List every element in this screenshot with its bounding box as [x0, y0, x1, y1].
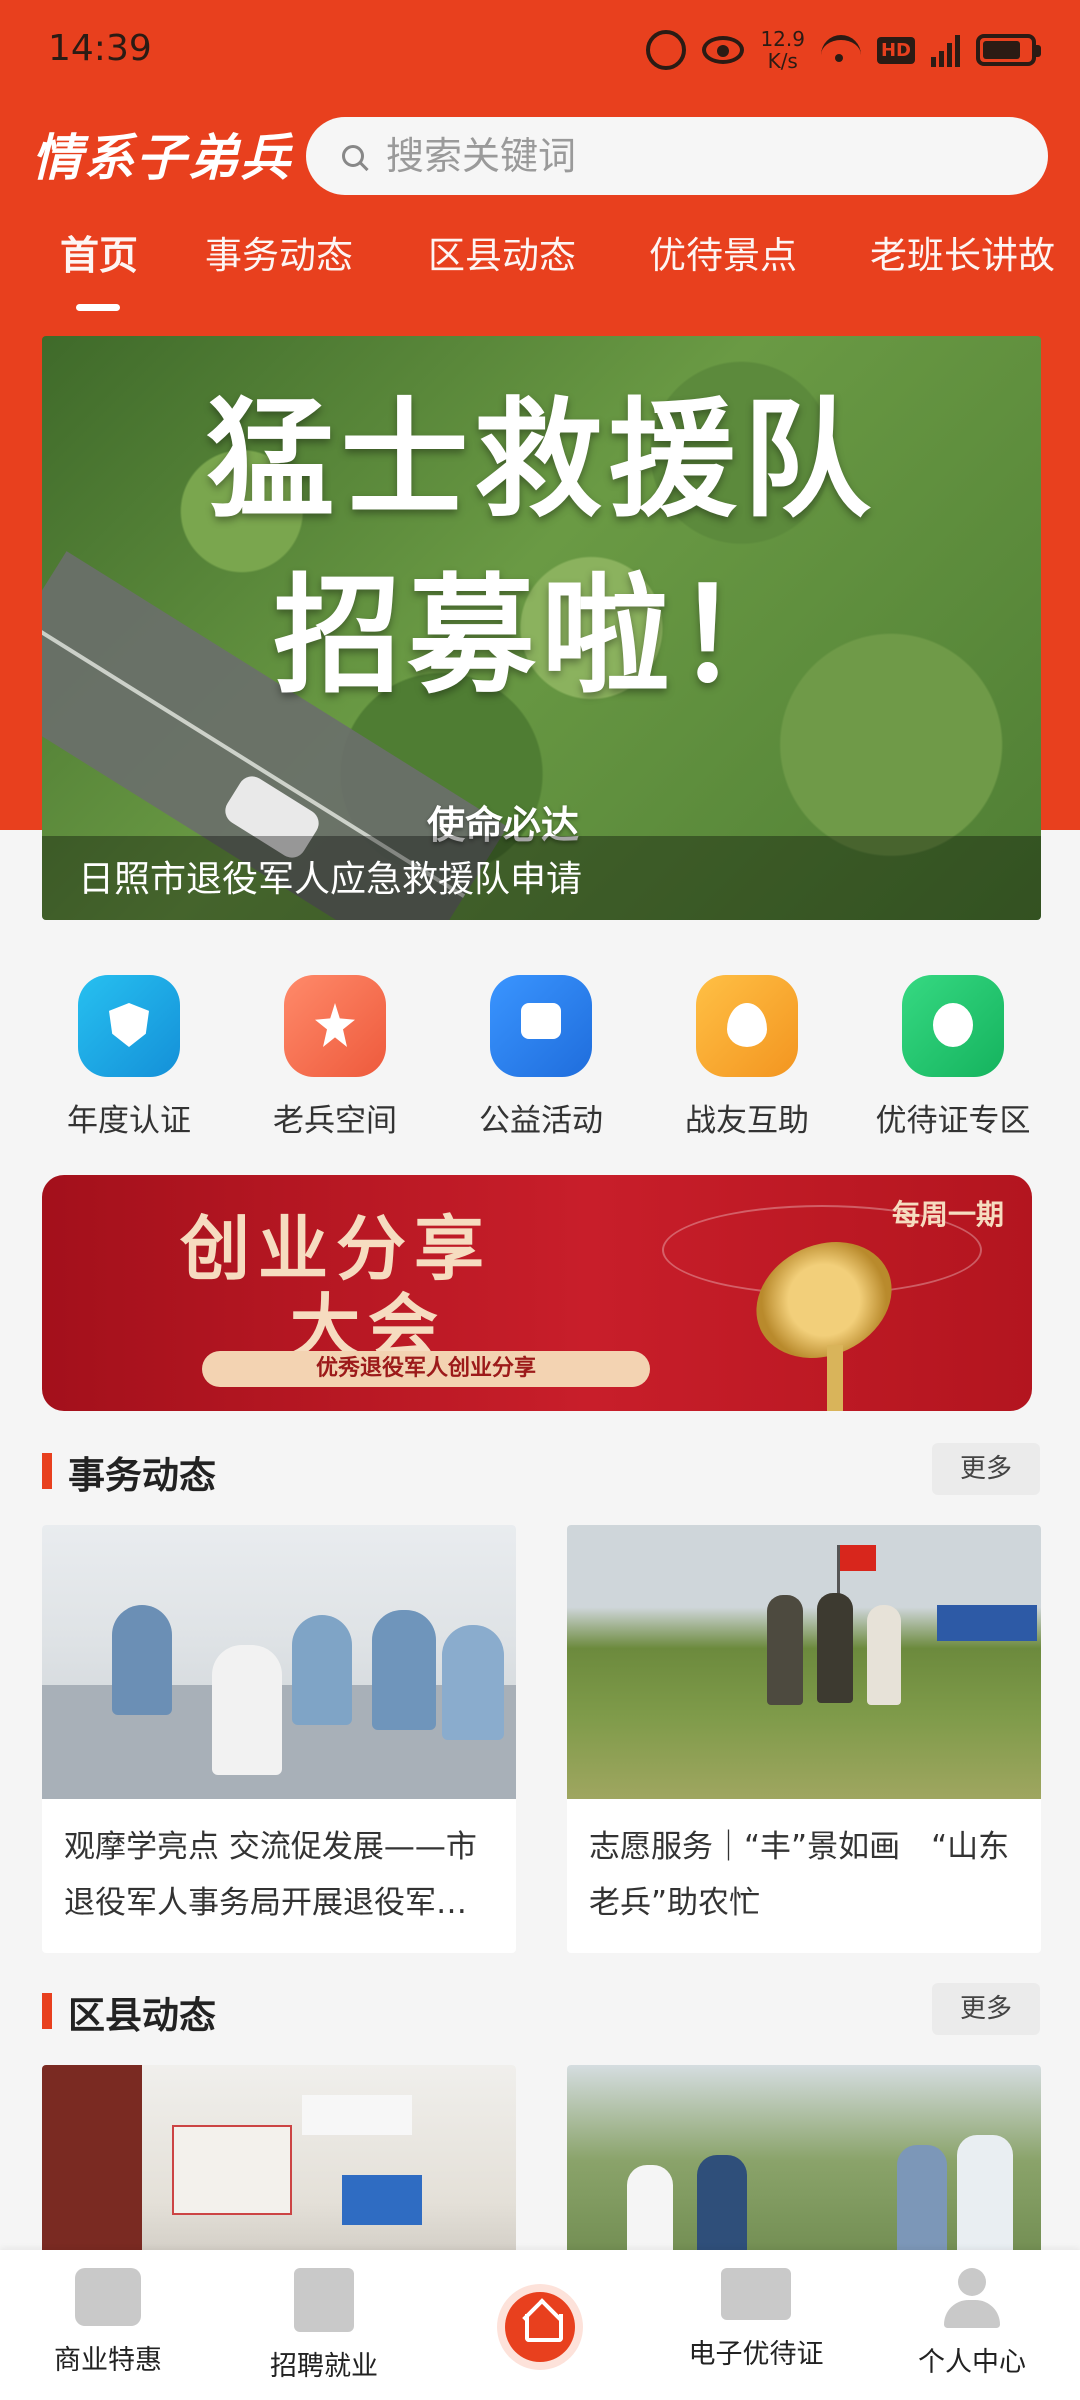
banner-headline-line2: 招募啦！ — [273, 562, 810, 711]
yen-ticket-icon — [75, 2268, 141, 2326]
quick-entry-label: 优待证专区 — [875, 1103, 1031, 1139]
home-icon — [505, 2292, 575, 2362]
news-photo — [42, 1525, 516, 1799]
tab-preferential-spots[interactable]: 优待景点 — [649, 225, 797, 279]
nav-label: 电子优待证 — [688, 2339, 824, 2370]
news-photo — [567, 1525, 1041, 1799]
quick-entry-label: 公益活动 — [479, 1103, 603, 1139]
quick-entry-charity-activities[interactable]: 公益活动 — [438, 975, 644, 1140]
tab-home[interactable]: 首页 — [60, 225, 138, 281]
quick-entry-label: 年度认证 — [67, 1103, 191, 1139]
category-tabs: 首页 事务动态 区县动态 优待景点 老班长讲故 — [0, 225, 1080, 315]
hd-icon: HD — [876, 36, 915, 64]
news-card[interactable]: 观摩学亮点 交流促发展——市退役军人事务局开展退役军… — [42, 1525, 516, 1953]
signal-icon — [931, 33, 960, 67]
search-bar[interactable] — [306, 117, 1048, 195]
net-speed-value: 12.9 — [760, 27, 805, 51]
banner-caption: 日照市退役军人应急救援队申请 — [78, 859, 583, 900]
banner-headline-line1: 猛士救援队 — [206, 386, 877, 535]
nav-label: 商业特惠 — [54, 2345, 162, 2376]
hero-banner[interactable]: 猛士救援队 招募啦！ 使命必达 日照市退役军人应急救援队申请 — [42, 336, 1041, 920]
eye-icon — [702, 36, 745, 64]
red-flag — [840, 1545, 876, 1571]
net-speed: 12.9 K/s — [760, 28, 805, 72]
chat-bubble-icon — [490, 975, 592, 1077]
promo-banner[interactable]: 创业分享 大会 优秀退役军人创业分享 每周一期 — [42, 1175, 1032, 1411]
wifi-icon — [820, 35, 861, 65]
more-button[interactable]: 更多 — [932, 1983, 1040, 2035]
promo-tag: 每周一期 — [891, 1198, 1004, 1231]
quick-entry-annual-certification[interactable]: 年度认证 — [26, 975, 232, 1140]
id-card-icon — [721, 2268, 791, 2320]
section-accent-bar — [42, 1453, 52, 1489]
quick-entry-label: 战友互助 — [685, 1103, 809, 1139]
quick-entry-label: 老兵空间 — [273, 1103, 397, 1139]
section-header-affairs: 事务动态 更多 — [42, 1443, 1040, 1497]
quick-entry-grid: 年度认证 老兵空间 公益活动 战友互助 优待证专区 — [0, 975, 1080, 1145]
compass-icon — [902, 975, 1004, 1077]
nav-e-card[interactable]: 电子优待证 — [648, 2250, 864, 2400]
app-logo: 情系子弟兵 — [32, 128, 292, 187]
quick-entry-preferential-card-zone[interactable]: 优待证专区 — [850, 975, 1056, 1140]
vpn-icon — [646, 30, 687, 70]
net-speed-unit: K/s — [767, 49, 798, 73]
nav-home[interactable] — [432, 2250, 648, 2400]
person-icon — [944, 2268, 1000, 2328]
nav-profile[interactable]: 个人中心 — [864, 2250, 1080, 2400]
nav-jobs[interactable]: 招聘就业 — [216, 2250, 432, 2400]
blue-truck — [937, 1605, 1037, 1641]
news-title: 观摩学亮点 交流促发展——市退役军人事务局开展退役军… — [64, 1829, 477, 1921]
tab-affairs-news[interactable]: 事务动态 — [205, 225, 353, 279]
section-accent-bar — [42, 1993, 52, 2029]
veteran-badge-icon — [284, 975, 386, 1077]
nav-business-deals[interactable]: 商业特惠 — [0, 2250, 216, 2400]
news-card[interactable]: 志愿服务｜“丰”景如画 “山东老兵”助农忙 — [567, 1525, 1041, 1953]
briefcase-icon — [294, 2268, 354, 2332]
news-title: 志愿服务｜“丰”景如画 “山东老兵”助农忙 — [589, 1829, 1010, 1921]
sprout-heart-icon — [696, 975, 798, 1077]
quick-entry-mutual-aid[interactable]: 战友互助 — [644, 975, 850, 1140]
more-button[interactable]: 更多 — [932, 1443, 1040, 1495]
bottom-navigation: 商业特惠 招聘就业 电子优待证 个人中心 — [0, 2250, 1080, 2400]
active-tab-indicator — [76, 304, 120, 311]
section-title: 区县动态 — [68, 1994, 216, 2037]
search-icon — [342, 145, 364, 167]
section-title: 事务动态 — [68, 1454, 216, 1497]
tab-veteran-stories[interactable]: 老班长讲故 — [870, 225, 1055, 279]
nav-label: 招聘就业 — [270, 2351, 378, 2382]
section-header-county: 区县动态 更多 — [42, 1983, 1040, 2037]
status-time: 14:39 — [48, 28, 152, 69]
quick-entry-veteran-space[interactable]: 老兵空间 — [232, 975, 438, 1140]
microphone-stand — [827, 1345, 843, 1411]
nav-label: 个人中心 — [918, 2347, 1026, 2378]
shield-star-icon — [78, 975, 180, 1077]
status-bar: 14:39 12.9 K/s HD — [0, 0, 1080, 100]
promo-subtitle: 优秀退役军人创业分享 — [202, 1351, 650, 1387]
status-icons: 12.9 K/s HD — [646, 22, 1041, 78]
battery-icon — [976, 34, 1041, 66]
search-input[interactable] — [386, 134, 986, 178]
tab-county-news[interactable]: 区县动态 — [428, 225, 576, 279]
